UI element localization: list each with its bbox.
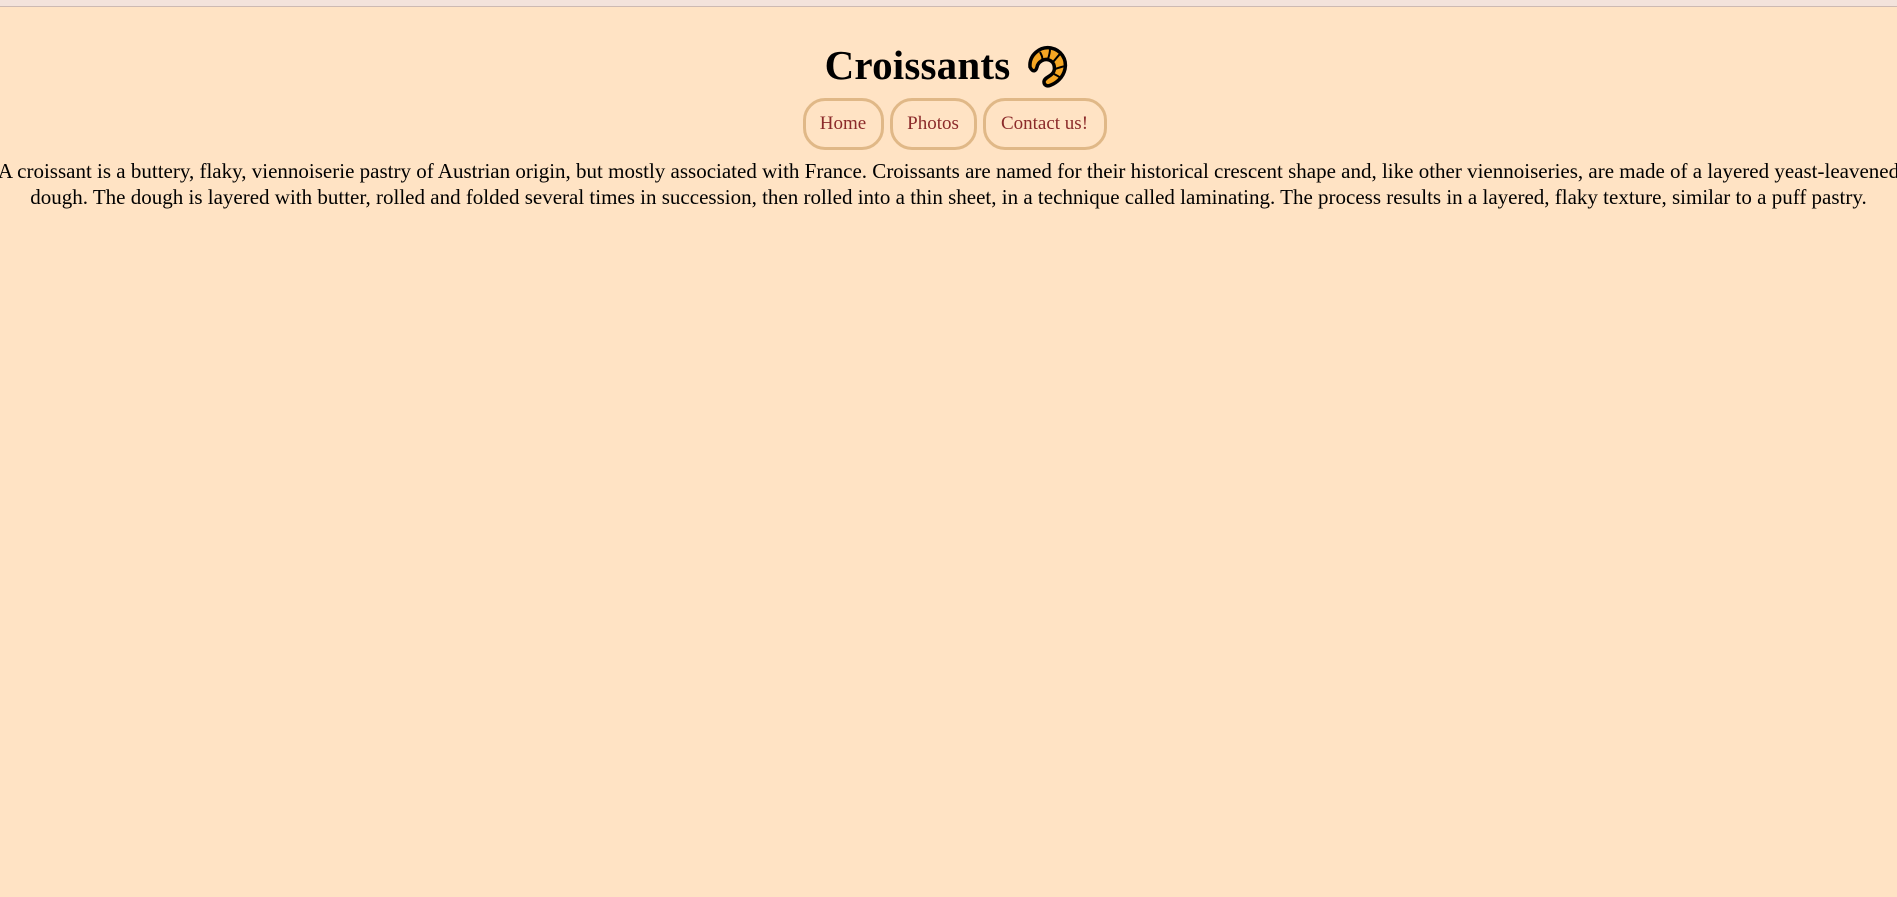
page-header: Croissants (0, 40, 1897, 95)
croissant-icon (1022, 40, 1072, 90)
croissant-description: A croissant is a buttery, flaky, viennoi… (0, 159, 1897, 209)
title-group: Croissants (825, 40, 1073, 90)
browser-top-strip (0, 0, 1897, 7)
nav-contact-button[interactable]: Contact us! (982, 98, 1107, 150)
main-nav: Home Photos Contact us! (0, 98, 1897, 150)
nav-home-button[interactable]: Home (802, 98, 884, 150)
page: Croissants Home Photos Contact us! A cro… (0, 7, 1897, 897)
page-title: Croissants (824, 42, 1011, 88)
nav-photos-button[interactable]: Photos (889, 98, 977, 150)
